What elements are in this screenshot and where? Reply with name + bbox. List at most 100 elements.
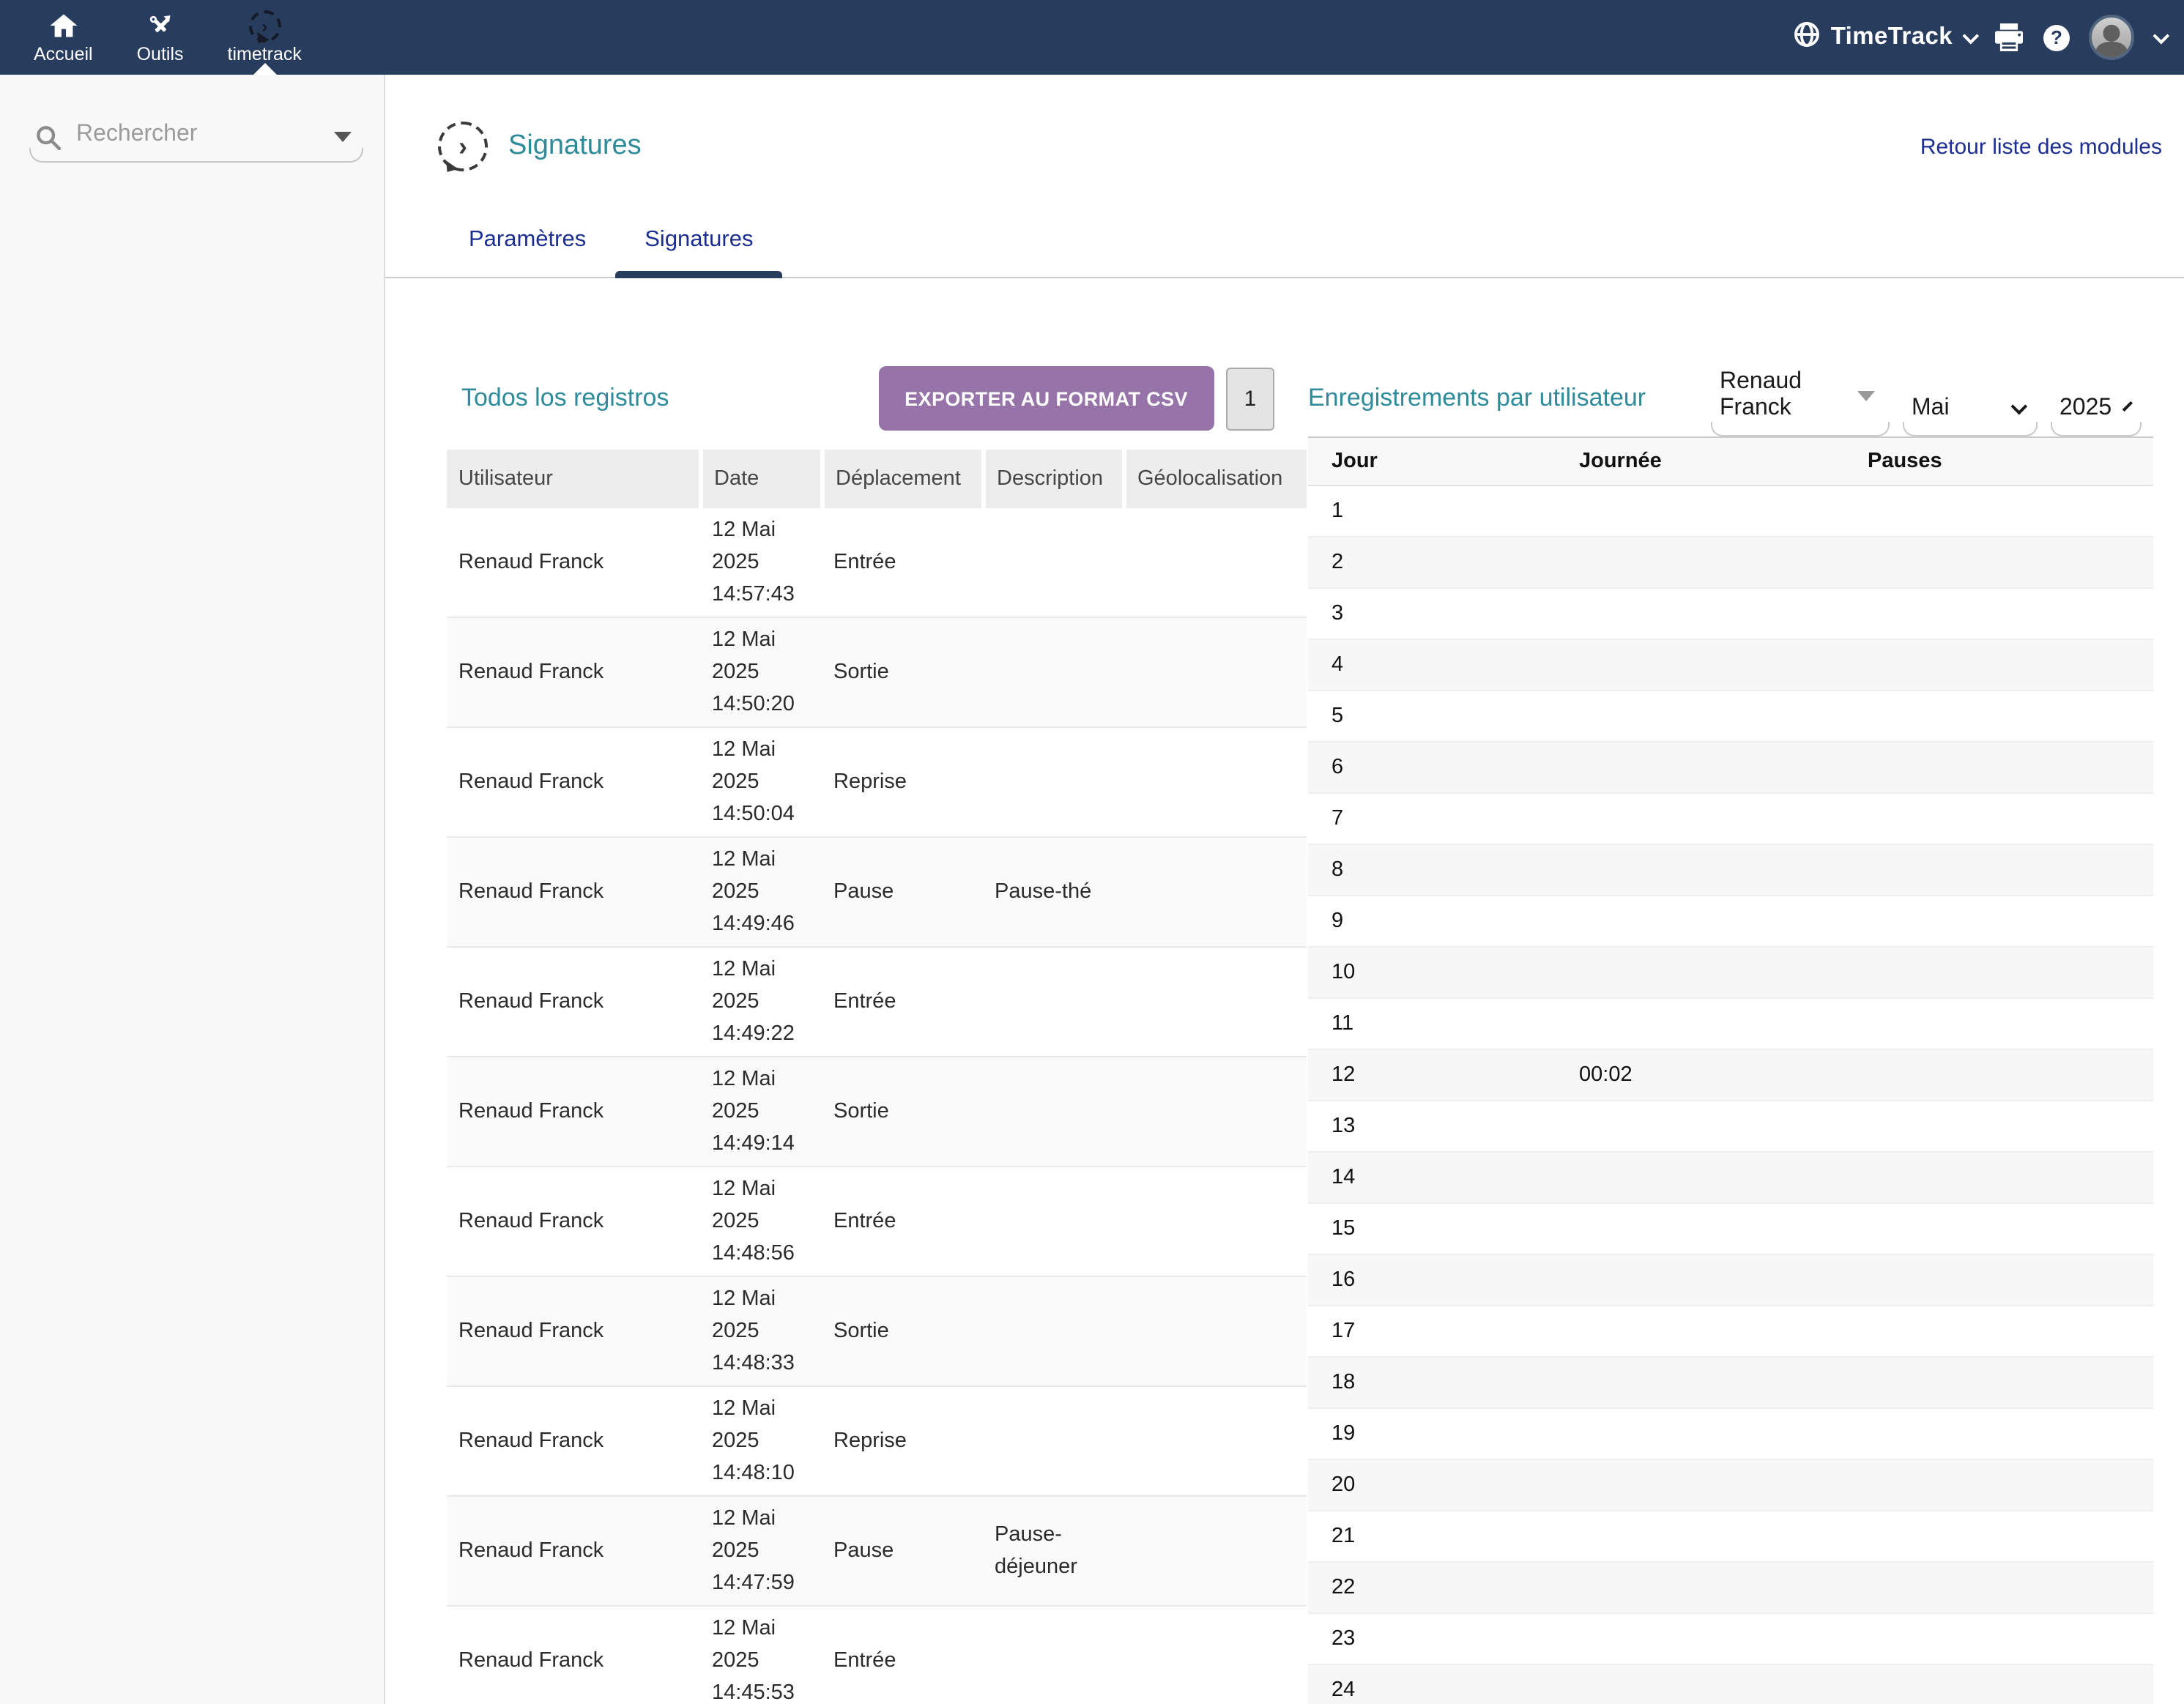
help-button[interactable]: ? xyxy=(2043,24,2070,51)
per-user-heading: Enregistrements par utilisateur xyxy=(1308,384,1646,413)
cell-utilisateur: Renaud Franck xyxy=(447,617,700,727)
cell-pauses xyxy=(1844,588,2153,639)
per-user-header-row: Jour Journée Pauses xyxy=(1308,437,2153,485)
registros-table: Utilisateur Date Déplacement Description… xyxy=(447,450,1307,1704)
cell-pauses xyxy=(1844,1101,2153,1152)
cell-jour: 10 xyxy=(1308,947,1556,998)
cell-date: 12 Mai 2025 14:48:10 xyxy=(700,1386,822,1496)
cell-date: 12 Mai 2025 14:49:46 xyxy=(700,837,822,947)
year-select[interactable]: 2025 xyxy=(2051,387,2142,436)
cell-journee xyxy=(1556,1203,1844,1254)
cell-jour: 22 xyxy=(1308,1562,1556,1613)
table-row: Renaud Franck12 Mai 2025 14:50:20Sortie xyxy=(447,617,1307,727)
search-input[interactable] xyxy=(76,122,322,148)
cell-pauses xyxy=(1844,947,2153,998)
user-avatar[interactable] xyxy=(2089,15,2134,60)
cell-utilisateur: Renaud Franck xyxy=(447,1276,700,1386)
nav-item-outils[interactable]: Outils xyxy=(115,0,206,75)
cell-jour: 8 xyxy=(1308,844,1556,896)
cell-journee xyxy=(1556,1664,1844,1704)
search-dropdown-caret-icon xyxy=(334,132,352,142)
cell-geolocalisation xyxy=(1123,508,1307,617)
cell-jour: 23 xyxy=(1308,1613,1556,1664)
cell-deplacement: Sortie xyxy=(822,1057,983,1167)
per-user-section: Enregistrements par utilisateur Renaud F… xyxy=(1308,366,2153,1704)
page-title: Signatures xyxy=(508,130,642,163)
cell-date: 12 Mai 2025 14:57:43 xyxy=(700,508,822,617)
cell-journee xyxy=(1556,793,1844,844)
cell-pauses xyxy=(1844,998,2153,1049)
cell-jour: 15 xyxy=(1308,1203,1556,1254)
user-select-value: Renaud Franck xyxy=(1720,369,1846,422)
search-box[interactable] xyxy=(29,111,363,163)
cell-pauses xyxy=(1844,793,2153,844)
cell-date: 12 Mai 2025 14:49:22 xyxy=(700,947,822,1057)
cell-deplacement: Pause xyxy=(822,1496,983,1606)
cell-journee xyxy=(1556,588,1844,639)
cell-jour: 9 xyxy=(1308,896,1556,947)
main-content: › Signatures Retour liste des modules Pa… xyxy=(385,75,2184,1704)
cell-jour: 5 xyxy=(1308,691,1556,742)
cell-deplacement: Entrée xyxy=(822,1167,983,1276)
cell-pauses xyxy=(1844,844,2153,896)
col-header-deplacement: Déplacement xyxy=(822,450,983,508)
month-select[interactable]: Mai xyxy=(1903,387,2038,436)
nav-item-timetrack[interactable]: › timetrack xyxy=(206,0,324,75)
day-row: 20 xyxy=(1308,1459,2153,1511)
tab-parametres[interactable]: Paramètres xyxy=(439,221,615,277)
sidebar xyxy=(0,75,385,1704)
export-csv-button[interactable]: EXPORTER AU FORMAT CSV xyxy=(878,366,1214,431)
tab-signatures[interactable]: Signatures xyxy=(615,221,782,277)
cell-date: 12 Mai 2025 14:50:04 xyxy=(700,727,822,837)
cell-date: 12 Mai 2025 14:47:59 xyxy=(700,1496,822,1606)
person-icon xyxy=(2092,21,2131,57)
timetrack-logo-icon: › xyxy=(248,11,281,40)
day-row: 18 xyxy=(1308,1357,2153,1408)
cell-journee xyxy=(1556,1613,1844,1664)
col-header-date: Date xyxy=(700,450,822,508)
year-select-value: 2025 xyxy=(2059,395,2111,422)
cell-geolocalisation xyxy=(1123,1057,1307,1167)
cell-utilisateur: Renaud Franck xyxy=(447,837,700,947)
table-row: Renaud Franck12 Mai 2025 14:45:53Entrée xyxy=(447,1606,1307,1704)
day-row: 9 xyxy=(1308,896,2153,947)
nav-item-accueil[interactable]: Accueil xyxy=(12,0,115,75)
cell-pauses xyxy=(1844,691,2153,742)
cell-jour: 18 xyxy=(1308,1357,1556,1408)
cell-jour: 14 xyxy=(1308,1152,1556,1203)
col-header-journee: Journée xyxy=(1556,437,1844,485)
cell-jour: 1 xyxy=(1308,485,1556,537)
cell-deplacement: Reprise xyxy=(822,727,983,837)
cell-jour: 20 xyxy=(1308,1459,1556,1511)
table-row: Renaud Franck12 Mai 2025 14:47:59PausePa… xyxy=(447,1496,1307,1606)
day-row: 2 xyxy=(1308,537,2153,588)
print-button[interactable] xyxy=(1994,23,2024,51)
per-user-table: Jour Journée Pauses 12345678910111200:02… xyxy=(1308,436,2153,1704)
cell-pauses xyxy=(1844,1511,2153,1562)
cell-journee xyxy=(1556,844,1844,896)
brand-menu[interactable]: TimeTrack xyxy=(1793,20,1975,55)
cell-pauses xyxy=(1844,1306,2153,1357)
cell-description xyxy=(983,1167,1123,1276)
question-mark-icon: ? xyxy=(2043,24,2070,51)
globe-icon xyxy=(1793,20,1821,55)
day-row: 5 xyxy=(1308,691,2153,742)
cell-geolocalisation xyxy=(1123,1276,1307,1386)
cell-journee xyxy=(1556,537,1844,588)
app-window: Accueil Outils xyxy=(0,0,2184,1704)
cell-geolocalisation xyxy=(1123,727,1307,837)
cell-description xyxy=(983,1606,1123,1704)
cell-jour: 19 xyxy=(1308,1408,1556,1459)
cell-description xyxy=(983,1386,1123,1496)
back-to-modules-link[interactable]: Retour liste des modules xyxy=(1920,134,2162,159)
cell-jour: 7 xyxy=(1308,793,1556,844)
cell-jour: 11 xyxy=(1308,998,1556,1049)
page-number-button[interactable]: 1 xyxy=(1226,367,1274,430)
cell-pauses xyxy=(1844,1254,2153,1306)
cell-utilisateur: Renaud Franck xyxy=(447,1167,700,1276)
cell-description xyxy=(983,727,1123,837)
user-menu-chevron-icon[interactable] xyxy=(2153,27,2170,44)
day-row: 22 xyxy=(1308,1562,2153,1613)
user-select[interactable]: Renaud Franck xyxy=(1711,360,1890,436)
day-row: 10 xyxy=(1308,947,2153,998)
